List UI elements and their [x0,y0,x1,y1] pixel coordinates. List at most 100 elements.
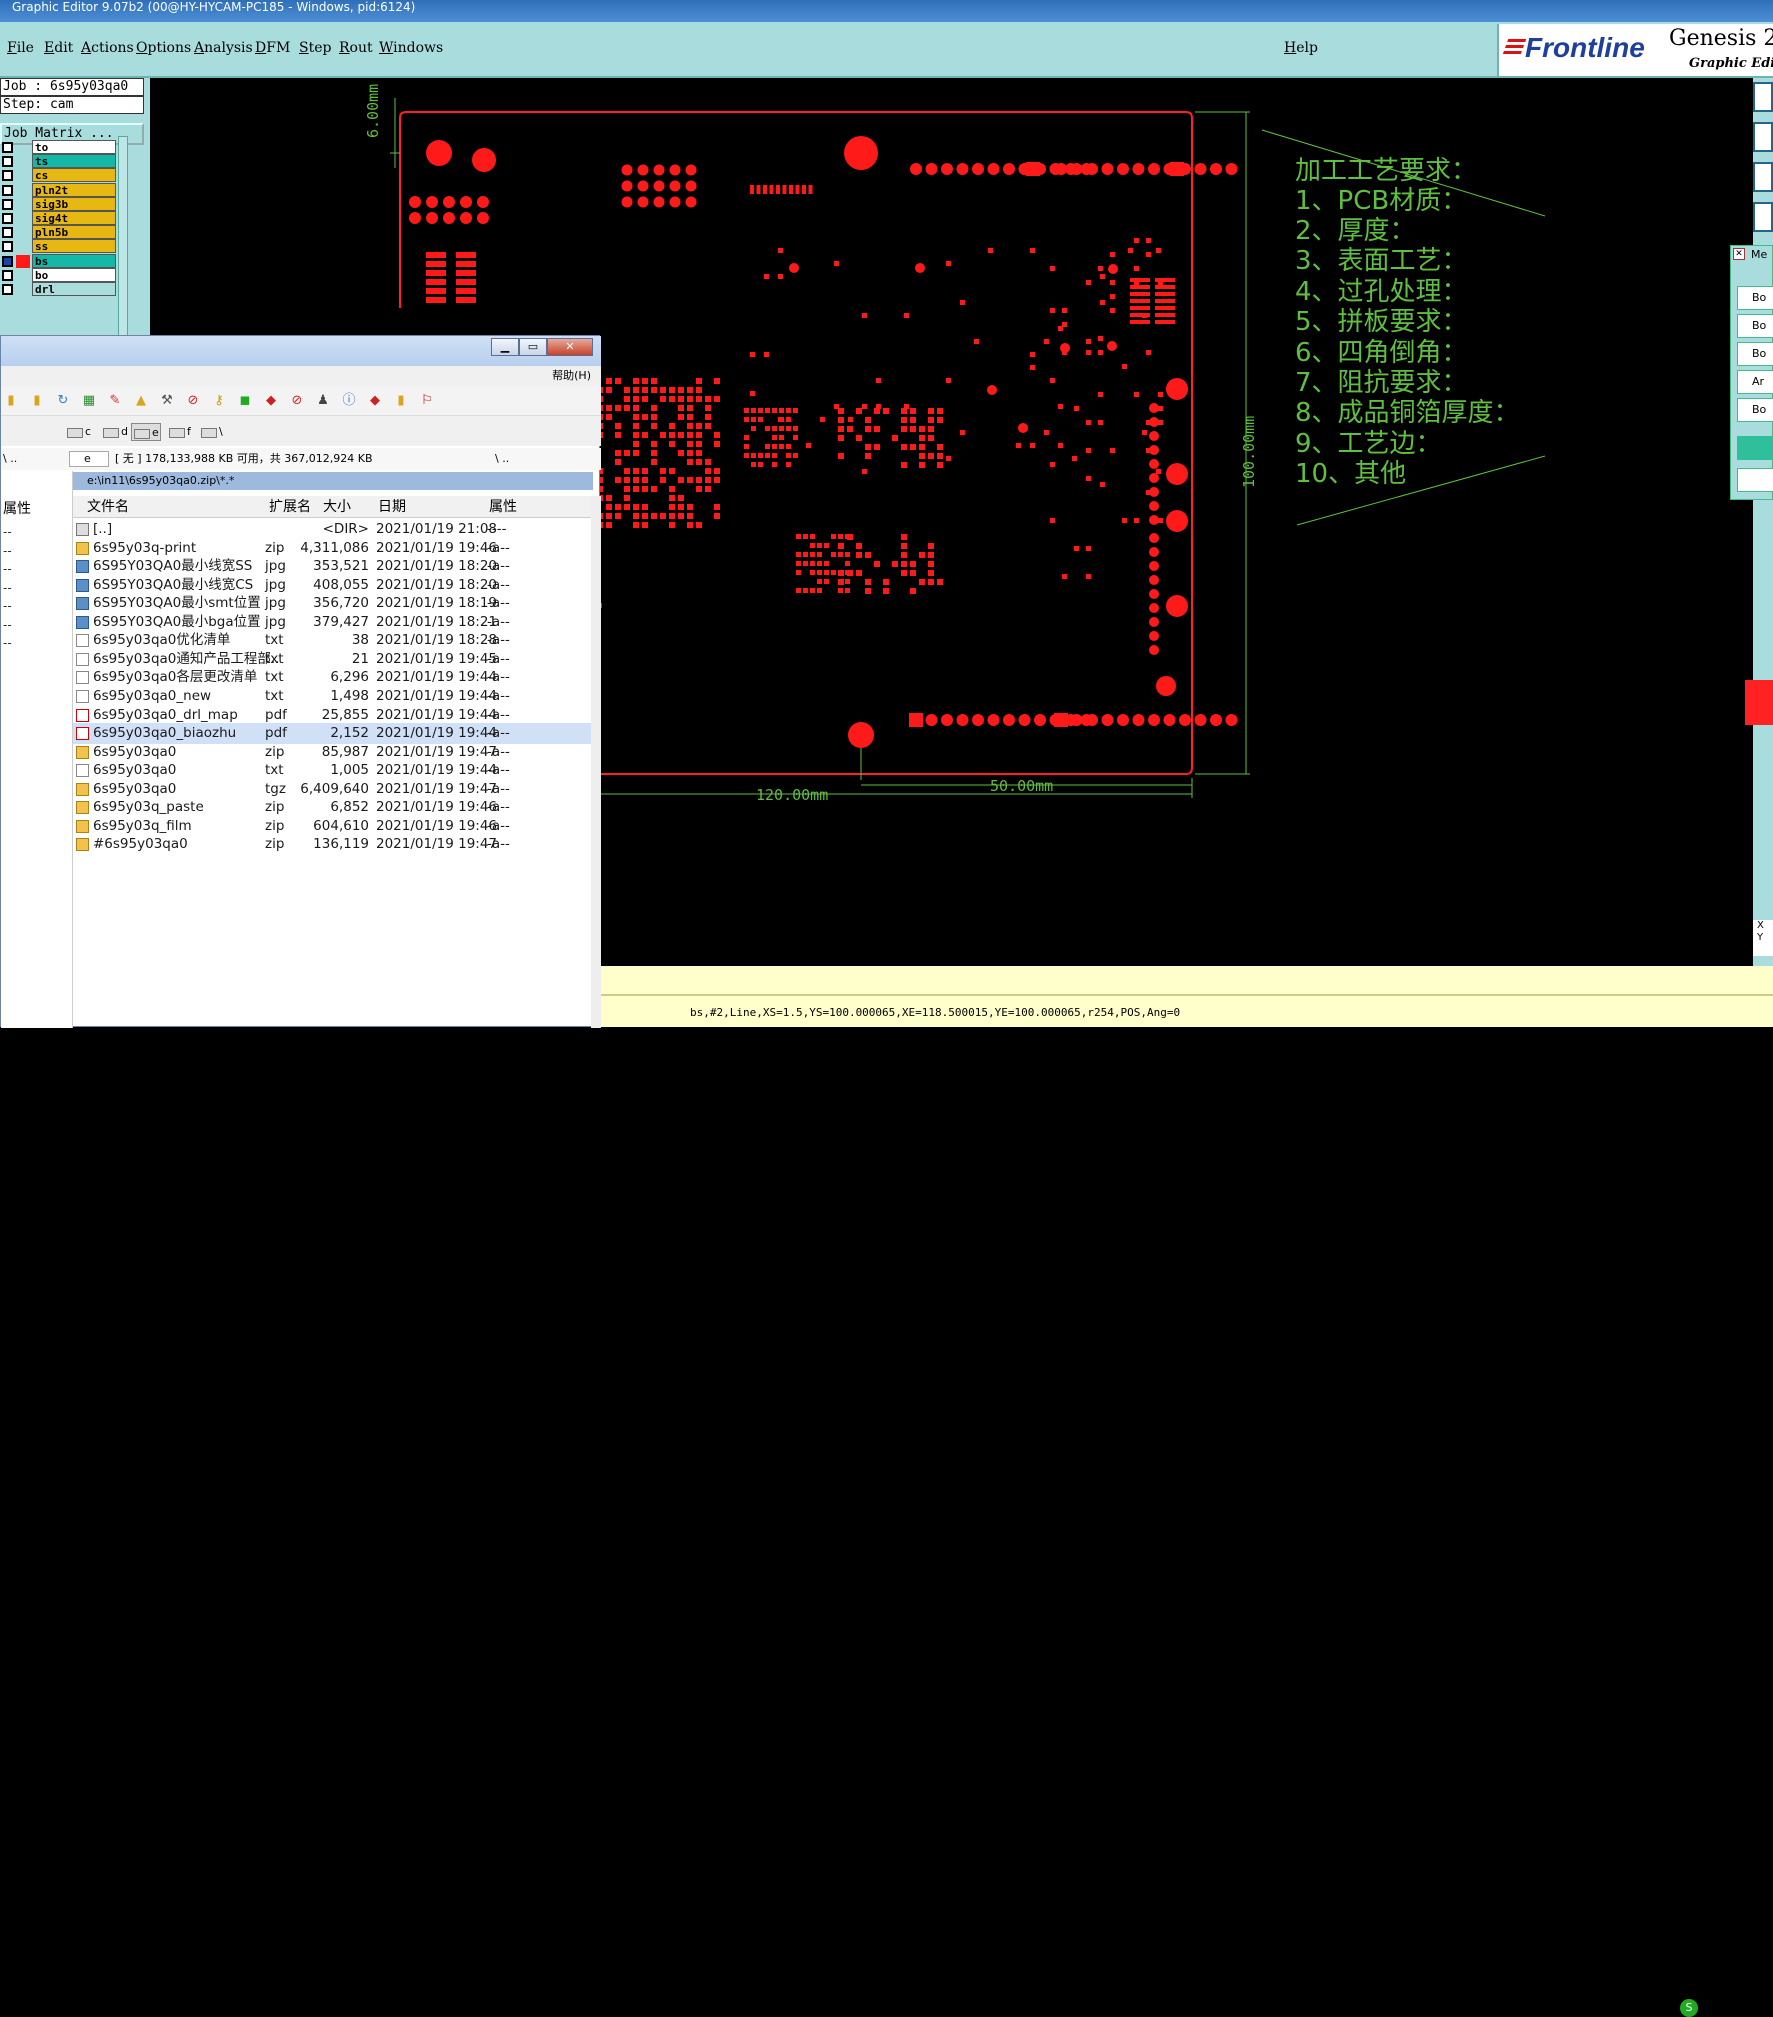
file-list-scrollbar[interactable] [591,496,601,1028]
close-icon[interactable]: ✕ [1733,248,1745,260]
menu-actions[interactable]: Actions [81,40,134,56]
tools-icon[interactable]: ⚒ [159,393,175,409]
drive-c[interactable]: c [65,423,91,441]
ime-mode-label[interactable]: 五 [1703,1996,1719,2015]
layer-row[interactable]: sig3b [0,196,118,212]
layer-name[interactable]: cs [32,168,116,183]
col-name[interactable]: 文件名 [87,496,129,518]
file-row[interactable]: #6s95y03qa0 zip 136,119 2021/01/19 19:47 -a-… [73,834,597,855]
left-pane-attr-header[interactable]: 属性 [3,498,31,518]
layer-name[interactable]: to [32,140,116,154]
pad [817,570,822,575]
close-button[interactable]: ✕ [547,338,593,356]
layer-checkbox[interactable] [2,284,13,295]
pad [1034,714,1046,726]
file-manager-title-bar[interactable]: ▁ ▭ ✕ [1,336,601,366]
maximize-button[interactable]: ▭ [519,338,547,356]
layer-checkbox[interactable] [2,255,13,267]
drive-d[interactable]: d [101,423,128,441]
menu-file[interactable]: File [7,40,34,56]
layer-row[interactable]: bs [0,253,118,269]
layer-row[interactable]: bo [0,267,118,283]
menu-rout[interactable]: Rout [339,40,373,56]
layer-row[interactable]: ts [0,154,118,169]
layer-checkbox[interactable] [2,170,13,182]
menu-options[interactable]: Options [136,40,191,56]
layer-name[interactable]: ss [32,239,116,254]
menu-help[interactable]: Help [1284,40,1318,56]
layer-row[interactable]: ss [0,239,118,254]
layer-checkbox[interactable] [2,156,13,168]
layer-name[interactable]: pln2t [32,182,116,197]
gem-icon[interactable]: ◆ [367,393,383,409]
layer-checkbox[interactable] [2,227,13,239]
layer-checkbox[interactable] [2,198,13,210]
tool-button-1[interactable] [1753,82,1773,112]
layer-name[interactable]: ts [32,154,116,169]
layer-name[interactable]: bs [32,253,116,268]
side-panel-item-4[interactable]: Ar [1737,370,1773,394]
layer-row[interactable]: sig4t [0,211,118,226]
layer-row[interactable]: pln2t [0,182,118,198]
col-ext[interactable]: 扩展名 [269,496,311,518]
layer-checkbox[interactable] [2,269,13,281]
punctuation-dot-icon[interactable]: ● [1724,1996,1738,2015]
side-panel-item-3[interactable]: Bo [1737,342,1773,366]
tool-button-2[interactable] [1753,122,1773,152]
layer-checkbox[interactable] [2,184,13,196]
layer-checkbox[interactable] [2,142,13,153]
side-panel-item-5[interactable]: Bo [1737,398,1773,422]
layer-row[interactable]: drl [0,282,118,297]
layer-list-scrollbar[interactable] [118,136,128,340]
pad [1044,339,1049,344]
excel-icon[interactable]: ▦ [81,393,97,409]
layer-name[interactable]: pln5b [32,225,116,240]
layer-name[interactable]: bo [32,267,116,282]
network-icon[interactable]: ♟ [315,393,331,409]
folder-icon[interactable]: ▮ [3,393,19,409]
folder-open-icon[interactable]: ▮ [29,393,45,409]
menu-edit[interactable]: Edit [44,40,73,56]
path-nav[interactable]: \ .. [495,448,509,470]
pad [606,405,612,411]
minimize-button[interactable]: ▁ [491,338,519,356]
layer-row[interactable]: pln5b [0,225,118,240]
menu-step[interactable]: Step [299,40,331,56]
info-icon[interactable]: ⓘ [341,393,357,409]
sogou-ime-icon[interactable]: S [1680,1999,1698,2017]
menu-dfm[interactable]: DFM [255,40,290,56]
layer-checkbox[interactable] [2,241,13,253]
col-date[interactable]: 日期 [378,496,406,518]
color-icon[interactable]: ◆ [263,393,279,409]
archive-icon[interactable]: ▮ [393,393,409,409]
menu-analysis[interactable]: Analysis [194,40,253,56]
side-panel-item-1[interactable]: Bo [1737,286,1773,310]
side-panel-item-2[interactable]: Bo [1737,314,1773,338]
bookmark-icon[interactable]: ▲ [133,393,149,409]
menu-help-cn[interactable]: 帮助(H) [552,369,591,382]
block-icon[interactable]: ⊘ [289,393,305,409]
layer-row[interactable]: cs [0,168,118,183]
left-pane-nav[interactable]: \ .. [3,448,17,470]
drive-e[interactable]: e [131,423,161,441]
acrobat-icon[interactable]: ⚐ [419,393,435,409]
refresh-icon[interactable]: ↻ [55,393,71,409]
tool-button-3[interactable] [1753,162,1773,192]
tool-button-4[interactable] [1753,202,1773,232]
pdf-green-icon[interactable]: ◼ [237,393,253,409]
stop-icon[interactable]: ⊘ [185,393,201,409]
side-panel-field[interactable] [1737,468,1773,492]
drive-network[interactable]: \ [199,423,223,441]
drive-select[interactable]: e [69,451,109,467]
layer-checkbox[interactable] [2,213,13,224]
menu-windows[interactable]: Windows [379,40,443,56]
layer-row[interactable]: to [0,140,118,155]
layer-name[interactable]: sig4t [32,211,116,225]
edit-icon[interactable]: ✎ [107,393,123,409]
col-size[interactable]: 大小 [323,496,351,518]
layer-name[interactable]: drl [32,282,116,296]
key-icon[interactable]: ⚷ [211,393,227,409]
drive-f[interactable]: f [167,423,191,441]
col-attr[interactable]: 属性 [489,496,517,518]
layer-name[interactable]: sig3b [32,196,116,211]
